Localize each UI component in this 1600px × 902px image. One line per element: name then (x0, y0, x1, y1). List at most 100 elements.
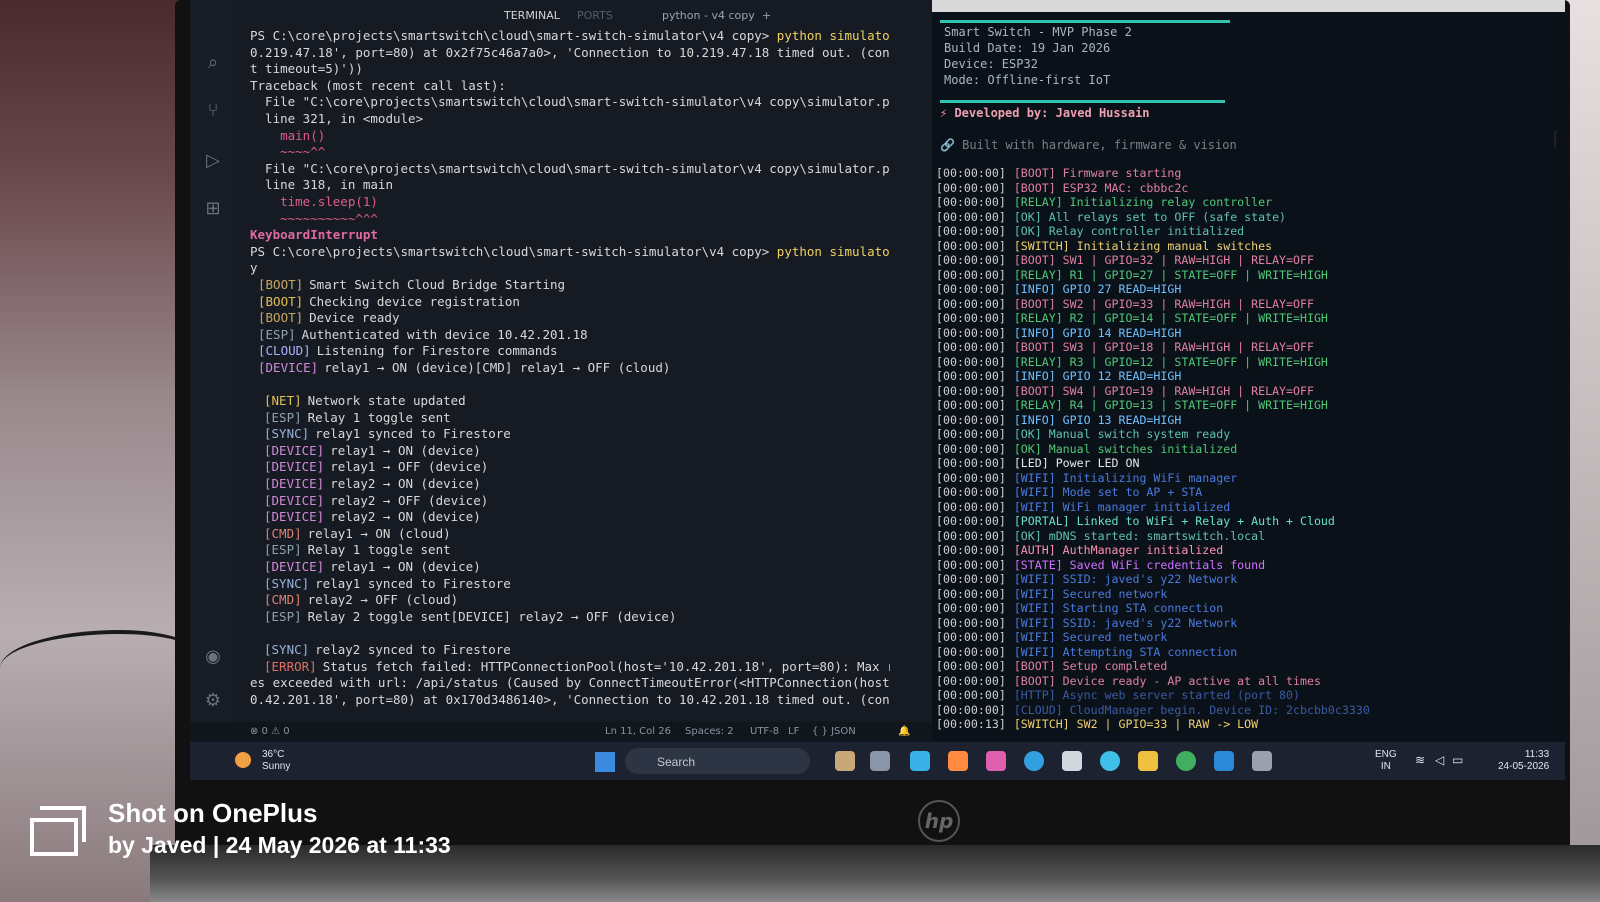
line-text: Listening for Firestore commands (316, 343, 558, 359)
serial-log-row: [00:00:13] [SWITCH] SW2 | GPIO=33 | RAW -… (936, 717, 1556, 732)
windows-start-icon[interactable] (595, 752, 615, 772)
account-icon[interactable]: ◉ (202, 646, 224, 668)
line-text: relay1 synced to Firestore (315, 575, 511, 591)
encoding-status[interactable]: UTF-8 (750, 726, 779, 737)
line-text: relay1 → ON (device) (330, 442, 481, 458)
serial-log-row: [00:00:00] [BOOT] SW4 | GPIO=19 | RAW=HIG… (936, 384, 1556, 399)
taskbar-search[interactable]: Search (625, 748, 810, 774)
log-timestamp: [00:00:00] (936, 601, 1006, 615)
serial-log-row: [00:00:00] [BOOT] Setup completed (936, 659, 1556, 674)
tab-terminal[interactable]: TERMINAL (504, 9, 560, 22)
weather-widget[interactable]: 36°C Sunny (262, 749, 290, 773)
network-app-icon[interactable] (1252, 751, 1272, 771)
task-view-icon[interactable] (870, 751, 890, 771)
search-placeholder: Search (657, 755, 696, 769)
log-tag: [CLOUD] (258, 343, 311, 359)
firefox-icon[interactable] (948, 751, 968, 771)
terminal-line: [DEVICE] relay1 → ON (device)[CMD] relay1… (250, 360, 890, 377)
notifications-bell-icon[interactable]: 🔔 (898, 726, 910, 737)
line-text: File "C:\core\projects\smartswitch\cloud… (250, 160, 890, 176)
log-message: [WIFI] SSID: javed's y22 Network (1013, 572, 1238, 586)
log-tag: [DEVICE] (264, 476, 325, 492)
terminal-line: [ERROR] Status fetch failed: HTTPConnecti… (250, 659, 890, 676)
terminal-line: [BOOT] Checking device registration (250, 294, 890, 311)
windows-taskbar: 36°C Sunny Search ENG IN ≋ ◁ ▭ 11:33 24-… (190, 742, 1565, 780)
serial-log-row: [00:00:00] [STATE] Saved WiFi credentials… (936, 558, 1556, 573)
vscode-icon[interactable] (1214, 751, 1234, 771)
line-text: relay1 → ON (device) (330, 559, 481, 574)
terminal-line: [NET] Network state updated (250, 393, 890, 410)
wifi-icon[interactable]: ≋ (1415, 753, 1425, 767)
search-highlight-icon[interactable] (835, 751, 855, 771)
line-text: relay2 → OFF (device) (330, 492, 489, 508)
app-icon[interactable] (1100, 751, 1120, 771)
terminal-line: File "C:\core\projects\smartswitch\cloud… (250, 161, 890, 178)
serial-log-row: [00:00:00] [AUTH] AuthManager initialized (936, 543, 1556, 558)
log-timestamp: [00:00:00] (936, 166, 1006, 180)
terminal-line: [ESP] Relay 1 toggle sent (250, 410, 890, 427)
terminal-line: [CMD] relay2 → OFF (cloud) (250, 592, 890, 609)
log-timestamp: [00:00:00] (936, 238, 1006, 253)
language-indicator[interactable]: ENG IN (1375, 749, 1397, 773)
volume-icon[interactable]: ◁ (1435, 753, 1444, 767)
copilot-icon[interactable] (910, 751, 930, 771)
log-timestamp: [00:00:00] (936, 412, 1006, 427)
terminal-line: Traceback (most recent call last): (250, 78, 890, 95)
edge-icon[interactable] (1024, 751, 1044, 771)
log-message: [BOOT] Device ready - AP active at all t… (1013, 673, 1321, 688)
serial-log-row: [00:00:00] [INFO] GPIO 27 READ=HIGH (936, 282, 1556, 297)
language-code: ENG (1375, 749, 1397, 760)
store-icon[interactable] (1062, 751, 1082, 771)
log-message: [OK] Manual switches initialized (1013, 441, 1238, 456)
serial-log-row: [00:00:00] [HTTP] Async web server starte… (936, 688, 1556, 703)
settings-gear-icon[interactable]: ⚙ (202, 690, 224, 712)
log-timestamp: [00:00:00] (936, 296, 1006, 311)
log-message: [INFO] GPIO 12 READ=HIGH (1013, 369, 1182, 383)
terminal-output[interactable]: PS C:\core\projects\smartswitch\cloud\sm… (250, 28, 890, 708)
indent-status[interactable]: Spaces: 2 (685, 726, 734, 737)
log-message: [OK] Manual switch system ready (1013, 427, 1231, 441)
log-timestamp: [00:00:00] (936, 557, 1006, 572)
status-bar: ⊗ 0 ⚠ 0 Ln 11, Col 26 Spaces: 2 UTF-8 LF… (190, 722, 940, 742)
source-control-icon[interactable]: ⑂ (202, 100, 224, 122)
terminal-line: [ESP] Relay 1 toggle sent (250, 542, 890, 559)
battery-icon[interactable]: ▭ (1452, 753, 1463, 767)
log-tag: [DEVICE] (264, 559, 325, 574)
chrome-icon[interactable] (1176, 751, 1196, 771)
serial-log-row: [00:00:00] [OK] mDNS started: smartswitch… (936, 529, 1556, 544)
problems-status[interactable]: ⊗ 0 ⚠ 0 (250, 726, 290, 737)
log-message: [INFO] GPIO 13 READ=HIGH (1013, 412, 1182, 427)
sun-icon[interactable] (235, 752, 251, 768)
terminal-instance-label[interactable]: python - v4 copy (662, 9, 755, 22)
cursor-position[interactable]: Ln 11, Col 26 (605, 726, 671, 737)
log-timestamp: [00:00:00] (936, 253, 1006, 267)
extensions-icon[interactable]: ⊞ (202, 198, 224, 220)
log-message: [WIFI] SSID: javed's y22 Network (1013, 615, 1238, 630)
run-debug-icon[interactable]: ▷ (202, 150, 224, 172)
log-tag: [BOOT] (258, 293, 304, 309)
search-icon[interactable]: ⌕ (202, 52, 224, 74)
tab-ports[interactable]: PORTS (577, 9, 613, 22)
serial-log-row: [00:00:00] [BOOT] ESP32 MAC: cbbbc2c (936, 181, 1556, 196)
language-mode[interactable]: { } JSON (812, 726, 856, 737)
terminal-line: [SYNC] relay2 synced to Firestore (250, 642, 890, 659)
log-message: [RELAY] R3 | GPIO=12 | STATE=OFF | WRITE… (1013, 354, 1328, 369)
log-timestamp: [00:00:00] (936, 340, 1006, 354)
taskbar-clock[interactable]: 11:33 24-05-2026 (1498, 749, 1549, 773)
log-tag: [CMD] (264, 592, 302, 608)
serial-monitor[interactable]: Smart Switch - MVP Phase 2 Build Date: 1… (932, 0, 1565, 742)
new-terminal-icon[interactable]: + (762, 9, 771, 22)
serial-log-row: [00:00:00] [RELAY] Initializing relay con… (936, 195, 1556, 210)
file-explorer-icon[interactable] (1138, 751, 1158, 771)
line-text: ~~~~~~~~~~^^^ (250, 210, 378, 226)
line-text: Device ready (309, 310, 400, 326)
serial-log-row: [00:00:00] [WIFI] Mode set to AP + STA (936, 485, 1556, 500)
app-icon[interactable] (986, 751, 1006, 771)
line-text: relay2 synced to Firestore (315, 641, 511, 657)
eol-status[interactable]: LF (788, 726, 799, 737)
line-text: PS C:\core\projects\smartswitch\cloud\sm… (250, 243, 777, 259)
built-with-line: 🔗 Built with hardware, firmware & vision (940, 138, 1237, 152)
log-timestamp: [00:00:00] (936, 514, 1006, 528)
log-message: [LED] Power LED ON (1013, 456, 1140, 470)
laptop-screen: ⌕ ⑂ ▷ ⊞ ◉ ⚙ TERMINAL PORTS python - v4 c… (190, 0, 1565, 780)
